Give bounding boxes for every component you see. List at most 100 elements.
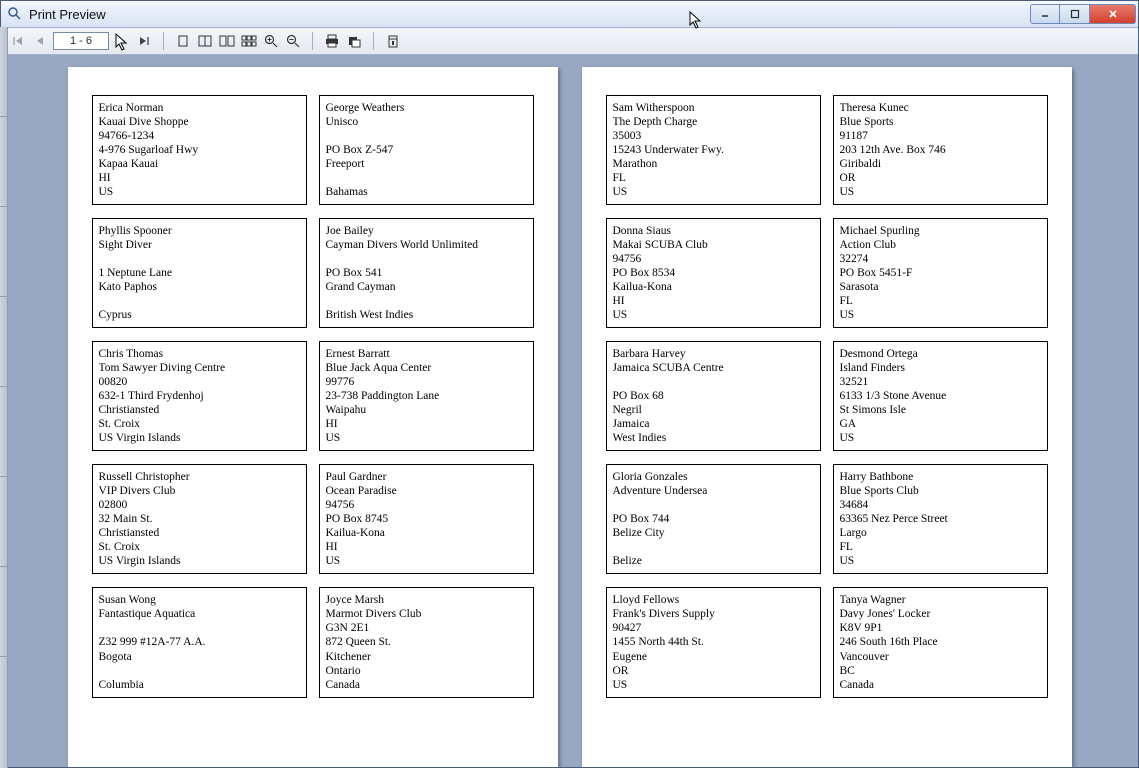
address-line: US (840, 431, 1041, 445)
address-line: Kailua-Kona (613, 280, 814, 294)
address-line: Canada (326, 678, 527, 692)
multi-page-view-button[interactable] (240, 32, 258, 50)
address-line: 1 Neptune Lane (99, 266, 300, 280)
print-setup-button[interactable] (345, 32, 363, 50)
first-page-button[interactable] (9, 32, 27, 50)
address-line: Desmond Ortega (840, 347, 1041, 361)
address-label: Donna SiausMakai SCUBA Club94756PO Box 8… (606, 218, 821, 328)
address-line: Grand Cayman (326, 280, 527, 294)
address-line: Giribaldi (840, 157, 1041, 171)
address-line: West Indies (613, 431, 814, 445)
address-line: PO Box 8534 (613, 266, 814, 280)
address-line: Sarasota (840, 280, 1041, 294)
address-line: 34684 (840, 498, 1041, 512)
address-line: PO Box 5451-F (840, 266, 1041, 280)
address-line: US (840, 554, 1041, 568)
address-line (99, 664, 300, 678)
address-label: Joe BaileyCayman Divers World Unlimited … (319, 218, 534, 328)
window-controls (1030, 4, 1136, 24)
address-line: PO Box 744 (613, 512, 814, 526)
address-line (613, 498, 814, 512)
page-width-view-button[interactable] (196, 32, 214, 50)
address-line: St Simons Isle (840, 403, 1041, 417)
address-line: Russell Christopher (99, 470, 300, 484)
address-line: 91187 (840, 129, 1041, 143)
address-line: OR (840, 171, 1041, 185)
address-line: Joyce Marsh (326, 593, 527, 607)
address-line: Ernest Barratt (326, 347, 527, 361)
address-label: Paul GardnerOcean Paradise94756PO Box 87… (319, 464, 534, 574)
address-line: Ontario (326, 664, 527, 678)
whole-page-view-button[interactable] (174, 32, 192, 50)
address-label: George WeathersUnisco PO Box Z-547Freepo… (319, 95, 534, 205)
separator (163, 32, 164, 50)
maximize-button[interactable] (1060, 4, 1090, 24)
address-line: St. Croix (99, 417, 300, 431)
address-line: Michael Spurling (840, 224, 1041, 238)
address-label: Desmond OrtegaIsland Finders325216133 1/… (833, 341, 1048, 451)
address-line: Jamaica (613, 417, 814, 431)
address-line: PO Box 8745 (326, 512, 527, 526)
address-label: Lloyd FellowsFrank's Divers Supply904271… (606, 587, 821, 697)
address-line: The Depth Charge (613, 115, 814, 129)
zoom-out-button[interactable] (284, 32, 302, 50)
address-line: 94756 (326, 498, 527, 512)
close-preview-button[interactable] (384, 32, 402, 50)
last-page-button[interactable] (135, 32, 153, 50)
address-line: Tanya Wagner (840, 593, 1041, 607)
print-button[interactable] (323, 32, 341, 50)
address-line: Paul Gardner (326, 470, 527, 484)
address-label: Susan WongFantastique Aquatica Z32 999 #… (92, 587, 307, 697)
address-line: 6133 1/3 Stone Avenue (840, 389, 1041, 403)
address-line: 63365 Nez Perce Street (840, 512, 1041, 526)
window-title: Print Preview (29, 7, 106, 22)
address-line: Christiansted (99, 403, 300, 417)
address-line: Unisco (326, 115, 527, 129)
address-line: St. Croix (99, 540, 300, 554)
page-range-input[interactable]: 1 - 6 (53, 32, 109, 50)
address-line: Barbara Harvey (613, 347, 814, 361)
address-line: Donna Siaus (613, 224, 814, 238)
address-label: Tanya WagnerDavy Jones' LockerK8V 9P1246… (833, 587, 1048, 697)
zoom-in-button[interactable] (262, 32, 280, 50)
address-line: US (99, 185, 300, 199)
prev-page-button[interactable] (31, 32, 49, 50)
address-line: US (840, 185, 1041, 199)
address-line: 02800 (99, 498, 300, 512)
address-line: BC (840, 664, 1041, 678)
address-line: Sam Witherspoon (613, 101, 814, 115)
address-line: Gloria Gonzales (613, 470, 814, 484)
address-line: Frank's Divers Supply (613, 607, 814, 621)
address-line: George Weathers (326, 101, 527, 115)
address-line: Kato Paphos (99, 280, 300, 294)
address-line: Adventure Undersea (613, 484, 814, 498)
two-page-view-button[interactable] (218, 32, 236, 50)
address-line: FL (613, 171, 814, 185)
next-page-button[interactable] (113, 32, 131, 50)
address-line (326, 129, 527, 143)
address-line: Blue Sports Club (840, 484, 1041, 498)
address-label: Gloria GonzalesAdventure Undersea PO Box… (606, 464, 821, 574)
address-label: Erica NormanKauai Dive Shoppe94766-12344… (92, 95, 307, 205)
address-line (99, 252, 300, 266)
address-line: 32274 (840, 252, 1041, 266)
close-button[interactable] (1090, 4, 1136, 24)
address-line: US (840, 308, 1041, 322)
address-line: Blue Sports (840, 115, 1041, 129)
address-label: Russell ChristopherVIP Divers Club028003… (92, 464, 307, 574)
address-line: 246 South 16th Place (840, 635, 1041, 649)
address-line: Largo (840, 526, 1041, 540)
address-line: Theresa Kunec (840, 101, 1041, 115)
minimize-button[interactable] (1030, 4, 1060, 24)
address-line (326, 171, 527, 185)
address-line: US Virgin Islands (99, 431, 300, 445)
separator (373, 32, 374, 50)
address-line: PO Box 541 (326, 266, 527, 280)
address-label: Barbara HarveyJamaica SCUBA Centre PO Bo… (606, 341, 821, 451)
address-line: Sight Diver (99, 238, 300, 252)
address-line: Erica Norman (99, 101, 300, 115)
address-label: Theresa KunecBlue Sports91187203 12th Av… (833, 95, 1048, 205)
address-line: Marmot Divers Club (326, 607, 527, 621)
address-line: GA (840, 417, 1041, 431)
address-line: US (613, 185, 814, 199)
